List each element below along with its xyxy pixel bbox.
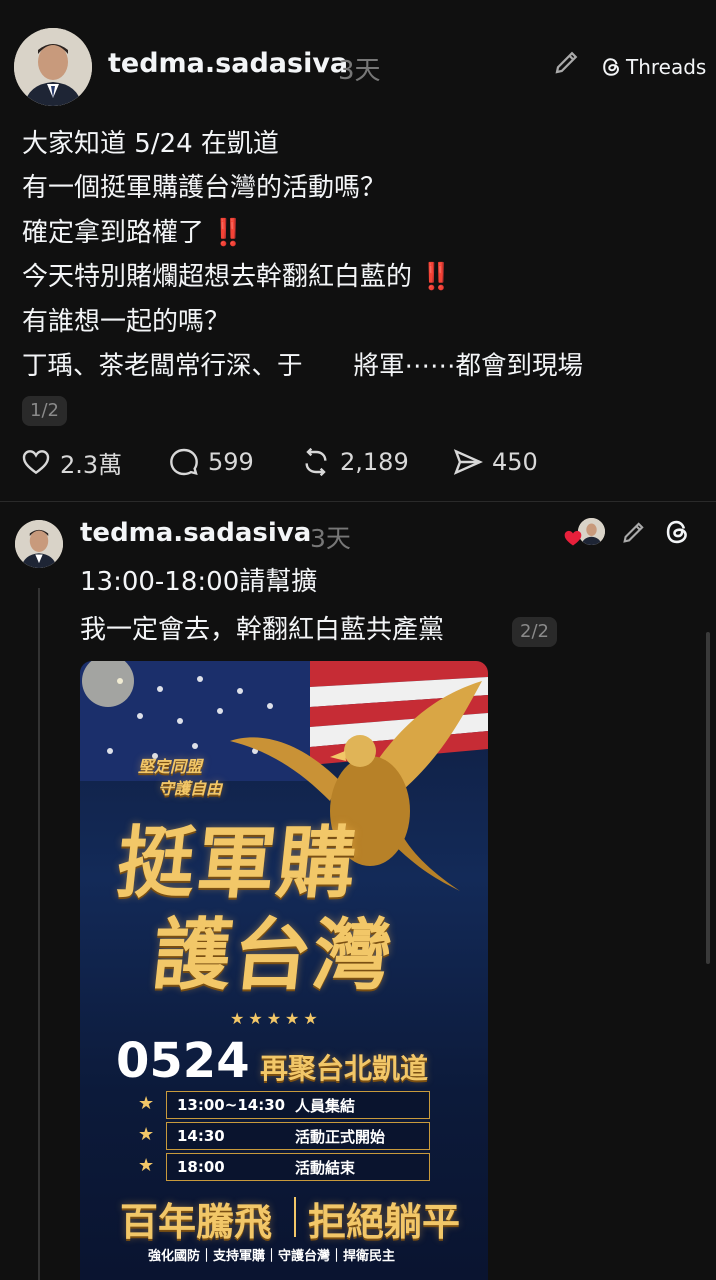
send-icon	[453, 449, 483, 475]
threads-label[interactable]: Threads	[626, 55, 706, 79]
schedule-row: 13:00~14:30 人員集結	[166, 1091, 430, 1119]
reply-time: 3天	[310, 524, 351, 553]
repost-count: 2,189	[340, 448, 409, 476]
schedule-time: 13:00~14:30	[177, 1096, 286, 1114]
poster-slogan-divider	[294, 1197, 296, 1237]
poster-venue: 再聚台北凱道	[260, 1052, 429, 1085]
username[interactable]: tedma.sadasiva	[108, 48, 348, 79]
star-icon: ★	[138, 1093, 155, 1114]
post-line-6: 丁瑀、茶老闆常行深、于 將軍⋯⋯都會到現場	[22, 351, 584, 381]
post-time: 3天	[338, 56, 381, 86]
post-line-1: 大家知道 5/24 在凱道	[22, 129, 279, 159]
thread-line	[38, 588, 40, 1280]
poster-date: 0524	[116, 1033, 250, 1089]
comment-button[interactable]: 599	[168, 444, 254, 480]
comment-icon	[170, 448, 198, 476]
scrollbar[interactable]	[706, 632, 710, 964]
star-icon: ★	[138, 1124, 155, 1145]
schedule-row: 14:30 活動正式開始	[166, 1122, 430, 1150]
share-button[interactable]: 450	[452, 444, 538, 480]
divider	[0, 501, 716, 502]
reply-edit-icon[interactable]	[620, 518, 648, 546]
schedule-desc: 活動正式開始	[295, 1127, 386, 1146]
schedule-row: 18:00 活動結束	[166, 1153, 430, 1181]
edit-icon[interactable]	[552, 47, 582, 77]
double-exclamation-emoji: ‼️	[212, 218, 245, 248]
schedule-time: 18:00	[177, 1158, 225, 1176]
post-line-3: 確定拿到路權了	[22, 218, 205, 248]
avatar[interactable]	[14, 28, 92, 106]
poster-stars: ★★★★★	[230, 1009, 322, 1028]
schedule-time: 14:30	[177, 1127, 225, 1145]
reply-avatar[interactable]	[15, 520, 63, 568]
liked-heart-icon	[563, 528, 583, 548]
star-icon: ★	[138, 1155, 155, 1176]
comment-count: 599	[208, 448, 254, 476]
schedule-desc: 人員集結	[295, 1096, 356, 1115]
reply-line-1: 13:00-18:00請幫擴	[80, 567, 318, 597]
like-count: 2.3萬	[60, 450, 123, 479]
heart-icon	[22, 450, 50, 475]
reply-username[interactable]: tedma.sadasiva	[80, 518, 311, 548]
poster-slogan-1: 百年騰飛	[120, 1200, 273, 1244]
event-poster-image[interactable]: 堅定同盟 守護自由 挺軍購 護台灣 ★★★★★ 0524 再聚台北凱道 ★ 13…	[80, 661, 488, 1280]
schedule-desc: 活動結束	[295, 1158, 356, 1177]
post-line-2: 有一個挺軍購護台灣的活動嗎？	[22, 173, 387, 203]
post-pager: 1/2	[22, 396, 67, 426]
repost-button[interactable]: 2,189	[300, 444, 409, 480]
poster-footer: 強化國防｜支持軍購｜守護台灣｜捍衛民主	[148, 1249, 396, 1264]
post-line-4: 今天特別賭爛超想去幹翻紅白藍的	[22, 262, 413, 292]
reply-pager: 2/2	[512, 617, 557, 647]
like-button[interactable]: 2.3萬	[20, 444, 122, 480]
post-line-5: 有誰想一起的嗎？	[22, 307, 231, 337]
poster-slogan-2: 拒絕躺平	[308, 1200, 461, 1244]
poster-tagline-1: 堅定同盟	[138, 757, 203, 776]
reply-threads-icon[interactable]	[664, 518, 692, 546]
poster-tagline-2: 守護自由	[158, 779, 223, 798]
share-count: 450	[492, 448, 538, 476]
reply-line-2: 我一定會去，幹翻紅白藍共產黨	[80, 615, 445, 645]
poster-title-2: 護台灣	[148, 911, 399, 1001]
post-line-3-row: 確定拿到路權了 ‼️	[22, 213, 245, 253]
threads-logo-icon[interactable]	[601, 56, 623, 78]
post-line-4-row: 今天特別賭爛超想去幹翻紅白藍的 ‼️	[22, 257, 453, 297]
double-exclamation-emoji: ‼️	[420, 262, 453, 292]
repost-icon	[305, 447, 327, 477]
